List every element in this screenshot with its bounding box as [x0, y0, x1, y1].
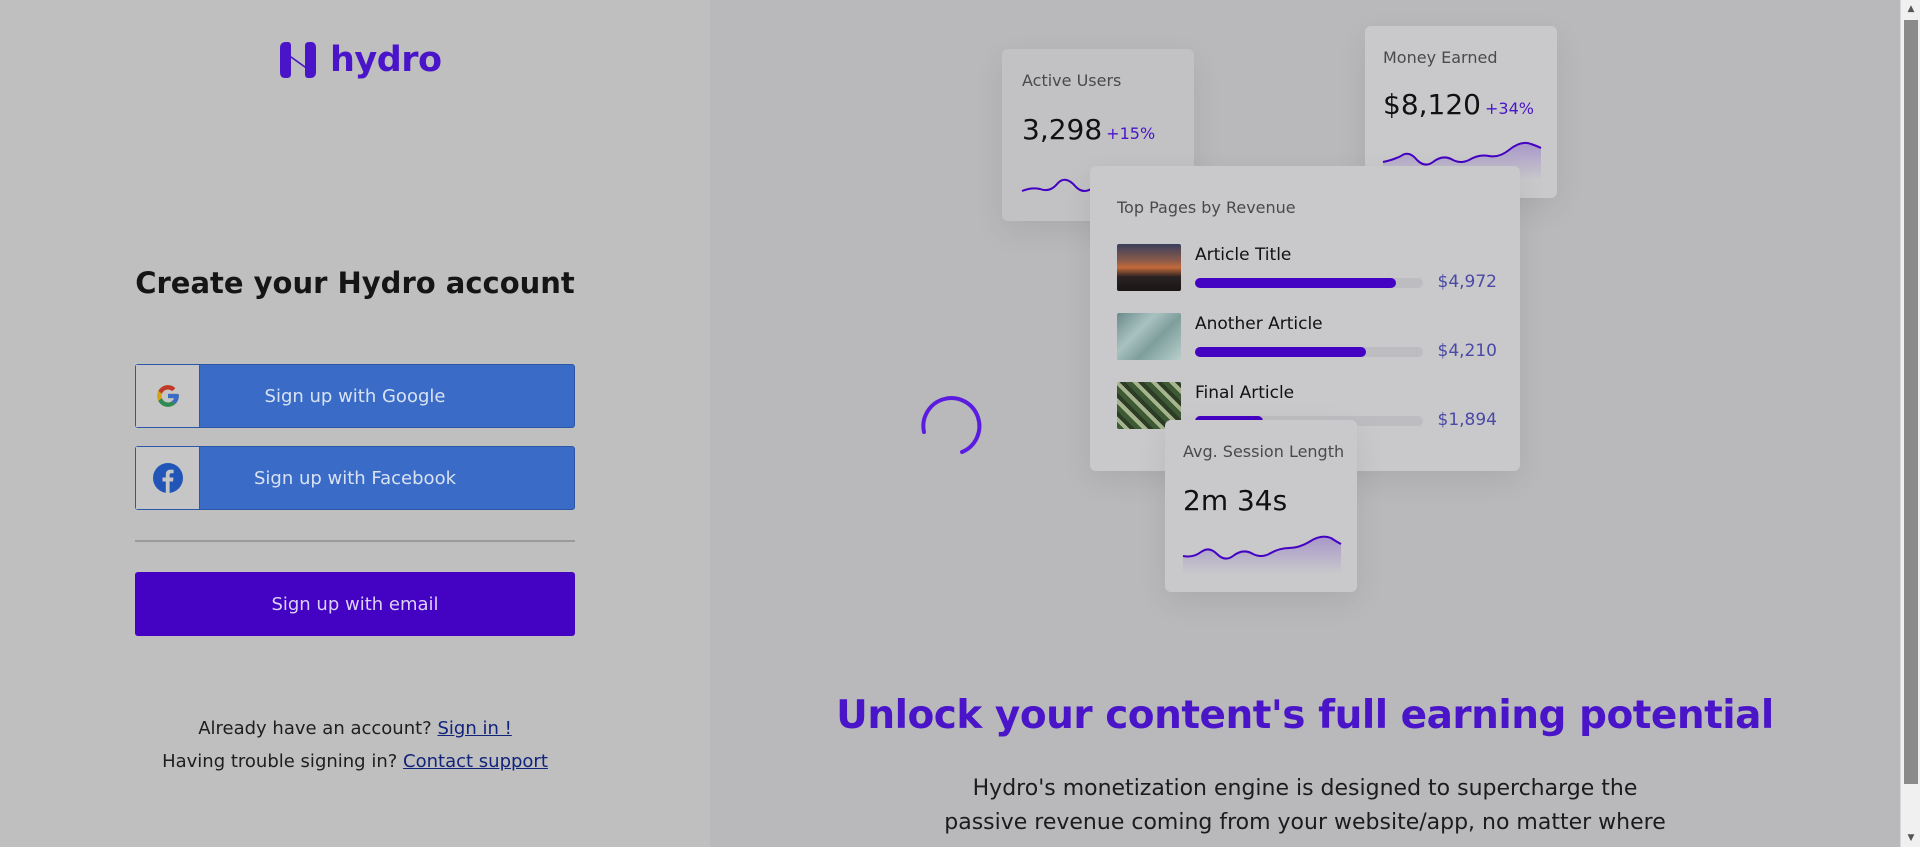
revenue-bar-fill: [1195, 347, 1366, 357]
article-revenue: $4,210: [1437, 341, 1497, 361]
session-length-value: 2m 34s: [1183, 484, 1288, 517]
sign-in-link[interactable]: Sign in !: [437, 718, 511, 739]
top-pages-title: Top Pages by Revenue: [1117, 198, 1296, 217]
marketing-panel: Active Users 3,298 +15% Money Earned $8,…: [710, 0, 1900, 847]
brand-logo[interactable]: hydro: [276, 38, 442, 82]
revenue-bar-track: [1195, 278, 1423, 288]
page-title: Create your Hydro account: [135, 266, 575, 300]
trouble-text: Having trouble signing in?: [162, 751, 398, 772]
article-revenue: $4,972: [1437, 272, 1497, 292]
facebook-signup-button[interactable]: Sign up with Facebook: [135, 446, 575, 510]
money-earned-title: Money Earned: [1383, 48, 1498, 67]
article-thumbnail: [1117, 244, 1181, 291]
article-name: Article Title: [1195, 245, 1292, 265]
contact-support-link[interactable]: Contact support: [403, 751, 548, 772]
sign-in-prompt: Already have an account? Sign in !: [0, 718, 710, 739]
support-prompt: Having trouble signing in? Contact suppo…: [0, 751, 710, 772]
article-name: Final Article: [1195, 383, 1295, 403]
signup-panel: hydro Create your Hydro account Sign up …: [0, 0, 710, 847]
google-icon: [156, 385, 179, 407]
email-signup-button[interactable]: Sign up with email: [135, 572, 575, 636]
marketing-body: Hydro's monetization engine is designed …: [944, 776, 1666, 847]
facebook-icon-box: [136, 447, 200, 509]
revenue-bar-fill: [1195, 278, 1396, 288]
google-signup-button[interactable]: Sign up with Google: [135, 364, 575, 428]
money-earned-value: $8,120: [1383, 88, 1481, 121]
active-users-delta: +15%: [1106, 124, 1156, 143]
scroll-up-arrow-icon[interactable]: ▲: [1901, 0, 1920, 18]
session-length-sparkline: [1182, 535, 1342, 574]
money-earned-delta: +34%: [1484, 99, 1534, 118]
facebook-signup-label: Sign up with Facebook: [253, 467, 457, 489]
money-earned-value-row: $8,120 +34%: [1383, 88, 1534, 121]
facebook-icon: [152, 463, 183, 493]
active-users-title: Active Users: [1022, 71, 1122, 90]
revenue-bar-track: [1195, 347, 1423, 357]
article-revenue: $1,894: [1437, 410, 1497, 430]
google-signup-label: Sign up with Google: [264, 385, 446, 407]
hydro-logo-icon: [280, 42, 316, 78]
scroll-down-arrow-icon[interactable]: ▼: [1901, 829, 1920, 847]
session-length-card: Avg. Session Length 2m 34s: [1165, 420, 1357, 592]
article-thumbnail: [1117, 313, 1181, 360]
list-item: Article Title $4,972: [1117, 244, 1497, 292]
session-length-title: Avg. Session Length: [1183, 442, 1345, 461]
have-account-text: Already have an account?: [198, 718, 432, 739]
article-name: Another Article: [1195, 314, 1323, 334]
marketing-headline: Unlock your content's full earning poten…: [836, 693, 1774, 738]
page-scrollbar[interactable]: ▲ ▼: [1900, 0, 1920, 847]
divider: [135, 540, 575, 542]
loading-spinner-icon: [921, 396, 982, 454]
google-icon-box: [136, 365, 200, 427]
brand-name: hydro: [330, 40, 442, 80]
active-users-value: 3,298: [1022, 113, 1103, 146]
active-users-value-row: 3,298 +15%: [1022, 113, 1155, 146]
list-item: Another Article $4,210: [1117, 313, 1497, 361]
scrollbar-thumb[interactable]: [1904, 20, 1918, 784]
